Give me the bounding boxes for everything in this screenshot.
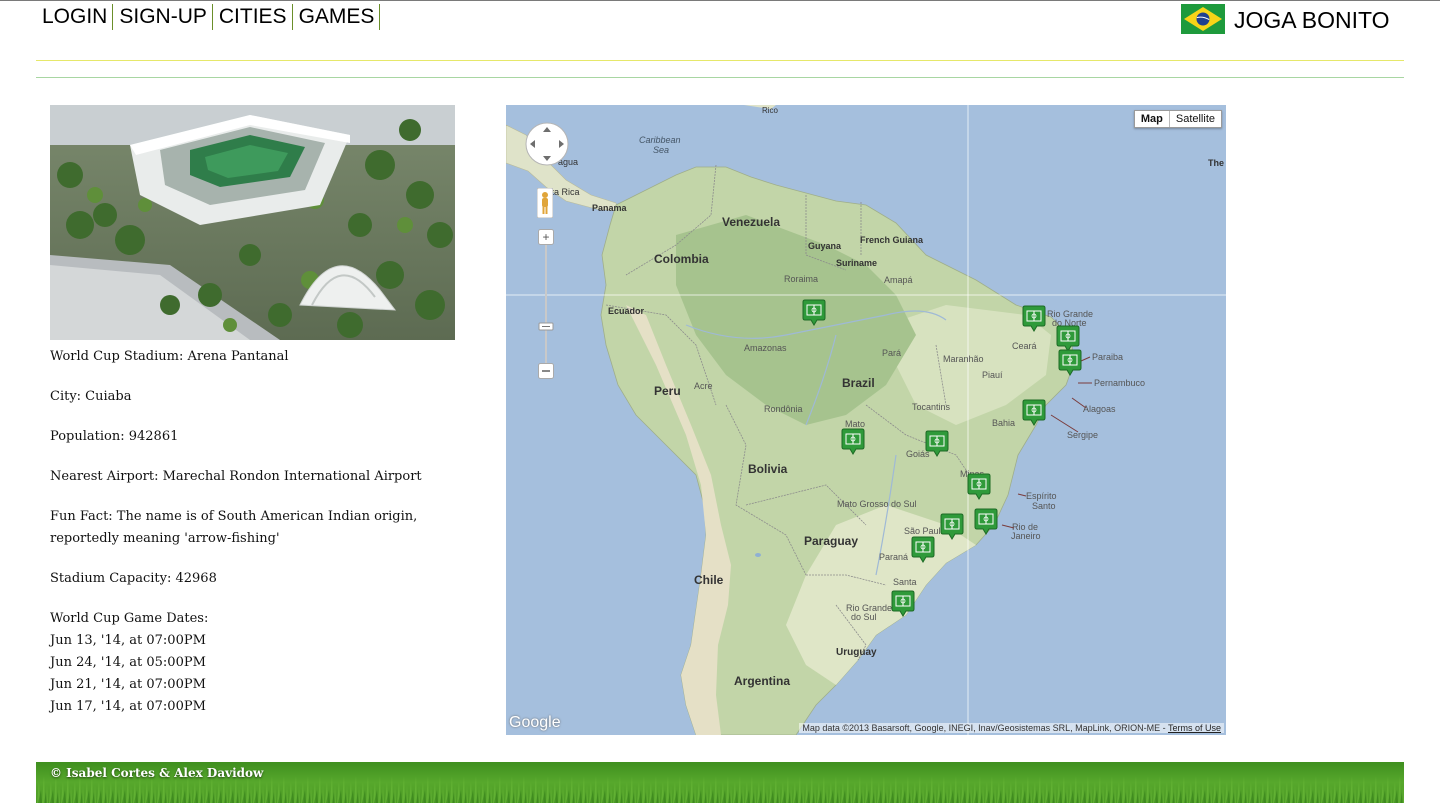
map-label: Guyana (808, 241, 842, 251)
map-label: Amapá (884, 275, 913, 285)
map-label: Janeiro (1011, 531, 1041, 541)
map-attribution: Map data ©2013 Basarsoft, Google, INEGI,… (799, 723, 1224, 733)
map-label: Venezuela (722, 215, 780, 229)
map-label: Rico (762, 106, 779, 115)
map-label: Tocantins (912, 402, 951, 412)
map-label: Caribbean (639, 135, 681, 145)
map-label: French Guiana (860, 235, 924, 245)
map-label: Panama (592, 203, 628, 213)
map-label: Espírito (1026, 491, 1057, 501)
stadium-info: World Cup Stadium: Arena Pantanal City: … (50, 346, 470, 718)
map-label: São Paulo (904, 526, 946, 536)
nav-games[interactable]: GAMES (293, 4, 381, 30)
map-label: Bolivia (748, 462, 788, 476)
top-border (0, 0, 1440, 1)
map-label: Ecuador (608, 306, 645, 316)
map-label: Paraguay (804, 534, 858, 548)
game-date: Jun 13, '14, at 07:00PM (50, 633, 206, 648)
svg-text:+: + (542, 230, 549, 244)
nav-cities[interactable]: CITIES (213, 4, 293, 30)
map-label: Santo (1032, 501, 1056, 511)
map-label: do Sul (851, 612, 877, 622)
map-label: Bahia (992, 418, 1015, 428)
nav-sign-up[interactable]: SIGN-UP (113, 4, 213, 30)
map-label: Sergipe (1067, 430, 1098, 440)
stadium-city: City: Cuiaba (50, 389, 132, 404)
google-logo[interactable]: Google (509, 714, 561, 732)
map-label: Maranhão (943, 354, 984, 364)
map-type-map-button[interactable]: Map (1135, 111, 1170, 127)
map-label: Mato (845, 419, 865, 429)
divider (36, 60, 1404, 61)
game-dates-heading: World Cup Game Dates: (50, 611, 209, 626)
map-label: Piauí (982, 370, 1003, 380)
map-pan-control[interactable] (524, 121, 570, 167)
stadium-name: World Cup Stadium: Arena Pantanal (50, 349, 289, 364)
stadium-image (50, 105, 455, 340)
map-label: Rondônia (764, 404, 803, 414)
stadium-population: Population: 942861 (50, 429, 179, 444)
terms-of-use-link[interactable]: Terms of Use (1168, 723, 1221, 733)
map-attribution-text: Map data ©2013 Basarsoft, Google, INEGI,… (802, 723, 1168, 733)
map-label: Colombia (654, 252, 709, 266)
stadium-airport: Nearest Airport: Marechal Rondon Interna… (50, 469, 422, 484)
map-label: Brazil (842, 376, 875, 390)
stadium-map[interactable]: Rico Caribbean Sea agua osta Rica Panama… (506, 105, 1226, 735)
brazil-flag-icon (1181, 4, 1225, 34)
nav-login[interactable]: LOGIN (36, 4, 114, 30)
map-label: Roraima (784, 274, 818, 284)
footer-copyright: © Isabel Cortes & Alex Davidow (50, 766, 264, 780)
footer: © Isabel Cortes & Alex Davidow (36, 762, 1404, 803)
brand-name: JOGA BONITO (1234, 6, 1390, 33)
map-type-control: Map Satellite (1133, 110, 1222, 128)
map-label: Chile (694, 573, 724, 587)
map-label: Uruguay (836, 647, 877, 658)
game-date: Jun 21, '14, at 07:00PM (50, 677, 206, 692)
map-canvas[interactable]: Rico Caribbean Sea agua osta Rica Panama… (506, 105, 1226, 735)
map-label: Ceará (1012, 341, 1037, 351)
map-label: Pará (882, 348, 901, 358)
map-label: Santa (893, 577, 917, 587)
map-label: Peru (654, 384, 681, 398)
stadium-fun-fact: Fun Fact: The name is of South American … (50, 509, 418, 546)
map-zoom-control[interactable]: + (538, 229, 554, 381)
map-label: Argentina (734, 674, 790, 688)
street-view-pegman-icon[interactable] (537, 188, 553, 218)
map-label: Paraná (879, 552, 908, 562)
game-date: Jun 24, '14, at 05:00PM (50, 655, 206, 670)
map-label: The (1208, 158, 1224, 168)
map-label: Sea (653, 145, 669, 155)
main-nav: LOGIN SIGN-UP CITIES GAMES (36, 4, 381, 30)
map-label: Amazonas (744, 343, 787, 353)
brand[interactable]: JOGA BONITO (1181, 4, 1390, 34)
map-label: Acre (694, 381, 713, 391)
map-label: Mato Grosso do Sul (837, 499, 917, 509)
map-label: Suriname (836, 258, 877, 268)
divider (36, 77, 1404, 78)
map-type-satellite-button[interactable]: Satellite (1170, 111, 1221, 127)
stadium-capacity: Stadium Capacity: 42968 (50, 571, 217, 586)
game-date: Jun 17, '14, at 07:00PM (50, 699, 206, 714)
map-label: Alagoas (1083, 404, 1116, 414)
map-label: Pernambuco (1094, 378, 1145, 388)
map-label: Paraiba (1092, 352, 1123, 362)
